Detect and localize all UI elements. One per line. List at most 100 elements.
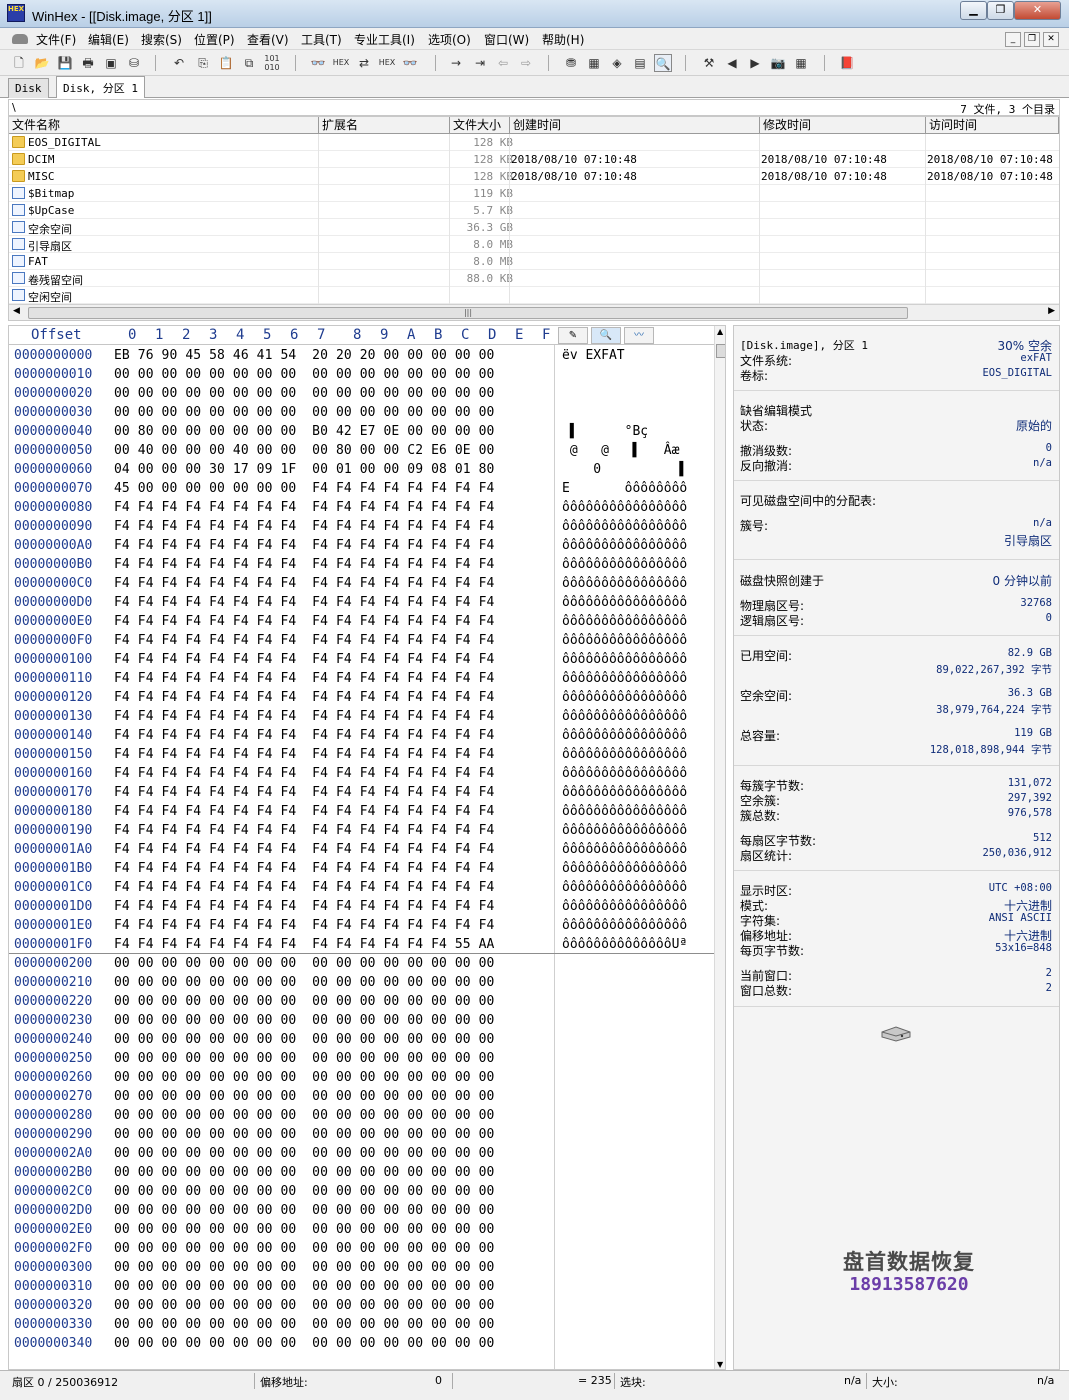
hex-bytes[interactable]: 00 00 00 00 00 00 00 00 00 00 00 00 00 0… xyxy=(114,1279,494,1294)
hex-bytes[interactable]: F4 F4 F4 F4 F4 F4 F4 F4 F4 F4 F4 F4 F4 F… xyxy=(114,937,494,952)
hex-row[interactable]: 0000000020 00 00 00 00 00 00 00 00 00 00 … xyxy=(9,384,714,403)
menu-tools[interactable]: 工具(T) xyxy=(301,31,342,48)
hex-ascii[interactable]: ôôôôôôôôôôôôôôôô xyxy=(562,766,687,781)
hex-ascii[interactable]: ôôôôôôôôôôôôôôôô xyxy=(562,709,687,724)
hex-bytes[interactable]: F4 F4 F4 F4 F4 F4 F4 F4 F4 F4 F4 F4 F4 F… xyxy=(114,766,494,781)
scroll-down-icon[interactable]: ▼ xyxy=(717,1360,723,1369)
hex-bytes[interactable]: F4 F4 F4 F4 F4 F4 F4 F4 F4 F4 F4 F4 F4 F… xyxy=(114,804,494,819)
hex-row[interactable]: 0000000040 00 80 00 00 00 00 00 00 B0 42 … xyxy=(9,422,714,441)
prev-icon[interactable]: ◀ xyxy=(723,54,741,72)
hex-row[interactable]: 0000000050 00 40 00 00 00 40 00 00 00 80 … xyxy=(9,441,714,460)
hex-ascii[interactable]: ëv EXFAT xyxy=(562,348,625,363)
next-icon[interactable]: ▶ xyxy=(746,54,764,72)
hex-ascii[interactable]: E ôôôôôôôô xyxy=(562,481,687,496)
file-row[interactable]: FAT 8.0 MB xyxy=(9,253,1059,270)
hex-row[interactable]: 0000000320 00 00 00 00 00 00 00 00 00 00 … xyxy=(9,1296,714,1315)
hex-ascii[interactable]: ôôôôôôôôôôôôôôôô xyxy=(562,633,687,648)
hex-bytes[interactable]: 00 00 00 00 00 00 00 00 00 00 00 00 00 0… xyxy=(114,1032,494,1047)
hex-ascii[interactable]: ôôôôôôôôôôôôôôôô xyxy=(562,576,687,591)
hex-row[interactable]: 00000002A0 00 00 00 00 00 00 00 00 00 00 … xyxy=(9,1144,714,1163)
menu-help[interactable]: 帮助(H) xyxy=(542,31,584,48)
hex-editor[interactable]: Offset 0 1 2 3 4 5 6 7 8 9 A B C D E F ✎ 🔍 〰 0000000000… xyxy=(8,325,726,1370)
paste-icon[interactable]: 📋 xyxy=(217,54,235,72)
hex-ascii[interactable]: ôôôôôôôôôôôôôôôô xyxy=(562,899,687,914)
menu-specialist-tools[interactable]: 专业工具(I) xyxy=(354,31,415,48)
hex-bytes[interactable]: 00 00 00 00 00 00 00 00 00 00 00 00 00 0… xyxy=(114,1184,494,1199)
hex-ascii[interactable]: ôôôôôôôôôôôôôôôô xyxy=(562,842,687,857)
hex-bytes[interactable]: 45 00 00 00 00 00 00 00 F4 F4 F4 F4 F4 F… xyxy=(114,481,494,496)
hex-ascii[interactable]: ôôôôôôôôôôôôôôôô xyxy=(562,880,687,895)
hex-ascii[interactable]: ôôôôôôôôôôôôôôôô xyxy=(562,804,687,819)
hex-bytes[interactable]: 00 00 00 00 00 00 00 00 00 00 00 00 00 0… xyxy=(114,1317,494,1332)
copy-block-icon[interactable]: ⧉ xyxy=(240,54,258,72)
hex-bytes[interactable]: 00 80 00 00 00 00 00 00 B0 42 E7 0E 00 0… xyxy=(114,424,494,439)
hex-ascii[interactable]: ôôôôôôôôôôôôôôôô xyxy=(562,728,687,743)
hex-row[interactable]: 0000000000 EB 76 90 45 58 46 41 54 20 20 … xyxy=(9,346,714,365)
file-row[interactable]: 空余空间 36.3 GB xyxy=(9,219,1059,236)
properties-icon[interactable]: ▣ xyxy=(102,54,120,72)
hex-row[interactable]: 0000000270 00 00 00 00 00 00 00 00 00 00 … xyxy=(9,1087,714,1106)
hex-bytes[interactable]: 00 00 00 00 00 00 00 00 00 00 00 00 00 0… xyxy=(114,1165,494,1180)
hex-row[interactable]: 0000000120 F4 F4 F4 F4 F4 F4 F4 F4 F4 F4 … xyxy=(9,688,714,707)
hex-bytes[interactable]: F4 F4 F4 F4 F4 F4 F4 F4 F4 F4 F4 F4 F4 F… xyxy=(114,595,494,610)
hex-ascii[interactable]: ôôôôôôôôôôôôôôôô xyxy=(562,538,687,553)
help-book-icon[interactable]: 📕 xyxy=(838,54,856,72)
hex-row[interactable]: 00000000C0 F4 F4 F4 F4 F4 F4 F4 F4 F4 F4 … xyxy=(9,574,714,593)
ram-editor-icon[interactable]: ▦ xyxy=(585,54,603,72)
hex-row[interactable]: 0000000160 F4 F4 F4 F4 F4 F4 F4 F4 F4 F4 … xyxy=(9,764,714,783)
hex-bytes[interactable]: 00 00 00 00 00 00 00 00 00 00 00 00 00 0… xyxy=(114,1336,494,1351)
hex-bytes[interactable]: F4 F4 F4 F4 F4 F4 F4 F4 F4 F4 F4 F4 F4 F… xyxy=(114,842,494,857)
scrollbar-thumb[interactable]: ||| xyxy=(28,307,908,319)
hex-row[interactable]: 0000000140 F4 F4 F4 F4 F4 F4 F4 F4 F4 F4 … xyxy=(9,726,714,745)
hex-bytes[interactable]: 00 00 00 00 00 00 00 00 00 00 00 00 00 0… xyxy=(114,1298,494,1313)
open-disk-icon[interactable]: ⛁ xyxy=(125,54,143,72)
file-row[interactable]: EOS_DIGITAL 128 KB xyxy=(9,134,1059,151)
hex-row[interactable]: 0000000180 F4 F4 F4 F4 F4 F4 F4 F4 F4 F4 … xyxy=(9,802,714,821)
hex-bytes[interactable]: F4 F4 F4 F4 F4 F4 F4 F4 F4 F4 F4 F4 F4 F… xyxy=(114,728,494,743)
hex-bytes[interactable]: 00 00 00 00 00 00 00 00 00 00 00 00 00 0… xyxy=(114,994,494,1009)
tab-disk-partition-1[interactable]: Disk, 分区 1 xyxy=(56,76,145,98)
hex-row[interactable]: 0000000300 00 00 00 00 00 00 00 00 00 00 … xyxy=(9,1258,714,1277)
hex-bytes[interactable]: F4 F4 F4 F4 F4 F4 F4 F4 F4 F4 F4 F4 F4 F… xyxy=(114,747,494,762)
hex-ascii[interactable]: ôôôôôôôôôôôôôôôô xyxy=(562,614,687,629)
hex-row[interactable]: 0000000070 45 00 00 00 00 00 00 00 F4 F4 … xyxy=(9,479,714,498)
hex-row[interactable]: 0000000210 00 00 00 00 00 00 00 00 00 00 … xyxy=(9,973,714,992)
file-row[interactable]: DCIM 128 KB 2018/08/10 07:10:48 2018/08/10 … xyxy=(9,151,1059,168)
grid-icon[interactable]: ▦ xyxy=(792,54,810,72)
hex-bytes[interactable]: F4 F4 F4 F4 F4 F4 F4 F4 F4 F4 F4 F4 F4 F… xyxy=(114,519,494,534)
maximize-button[interactable]: ❐ xyxy=(987,1,1014,20)
scrollbar-thumb[interactable] xyxy=(716,344,725,358)
new-file-icon[interactable]: 🗋 xyxy=(10,54,28,72)
binary-icon[interactable]: 101 010 xyxy=(263,54,281,72)
hex-ascii[interactable]: ôôôôôôôôôôôôôôôô xyxy=(562,519,687,534)
hex-row[interactable]: 00000000D0 F4 F4 F4 F4 F4 F4 F4 F4 F4 F4 … xyxy=(9,593,714,612)
hex-bytes[interactable]: 00 00 00 00 00 00 00 00 00 00 00 00 00 0… xyxy=(114,367,494,382)
hex-bytes[interactable]: F4 F4 F4 F4 F4 F4 F4 F4 F4 F4 F4 F4 F4 F… xyxy=(114,823,494,838)
hex-bytes[interactable]: F4 F4 F4 F4 F4 F4 F4 F4 F4 F4 F4 F4 F4 F… xyxy=(114,690,494,705)
tools-icon[interactable]: ⚒ xyxy=(700,54,718,72)
hex-row[interactable]: 00000000A0 F4 F4 F4 F4 F4 F4 F4 F4 F4 F4 … xyxy=(9,536,714,555)
menu-options[interactable]: 选项(O) xyxy=(428,31,471,48)
hex-row[interactable]: 00000001B0 F4 F4 F4 F4 F4 F4 F4 F4 F4 F4 … xyxy=(9,859,714,878)
hex-row[interactable]: 0000000150 F4 F4 F4 F4 F4 F4 F4 F4 F4 F4 … xyxy=(9,745,714,764)
hex-row[interactable]: 0000000010 00 00 00 00 00 00 00 00 00 00 … xyxy=(9,365,714,384)
scroll-left-icon[interactable]: ◀ xyxy=(13,306,20,316)
file-row[interactable]: $UpCase 5.7 KB xyxy=(9,202,1059,219)
hex-bytes[interactable]: 00 00 00 00 00 00 00 00 00 00 00 00 00 0… xyxy=(114,405,494,420)
hex-bytes[interactable]: F4 F4 F4 F4 F4 F4 F4 F4 F4 F4 F4 F4 F4 F… xyxy=(114,861,494,876)
hex-row[interactable]: 0000000130 F4 F4 F4 F4 F4 F4 F4 F4 F4 F4 … xyxy=(9,707,714,726)
hex-row[interactable]: 0000000190 F4 F4 F4 F4 F4 F4 F4 F4 F4 F4 … xyxy=(9,821,714,840)
hex-ascii[interactable]: ▌ °Bç xyxy=(562,424,648,439)
hex-row[interactable]: 0000000330 00 00 00 00 00 00 00 00 00 00 … xyxy=(9,1315,714,1334)
menu-search[interactable]: 搜索(S) xyxy=(141,31,182,48)
hex-bytes[interactable]: 00 00 00 00 00 00 00 00 00 00 00 00 00 0… xyxy=(114,386,494,401)
hex-ascii[interactable]: ôôôôôôôôôôôôôôôô xyxy=(562,557,687,572)
hex-bytes[interactable]: 00 00 00 00 00 00 00 00 00 00 00 00 00 0… xyxy=(114,1051,494,1066)
disk-editor-icon[interactable]: ⛃ xyxy=(562,54,580,72)
hex-bytes[interactable]: EB 76 90 45 58 46 41 54 20 20 20 00 00 0… xyxy=(114,348,494,363)
hex-bytes[interactable]: 00 00 00 00 00 00 00 00 00 00 00 00 00 0… xyxy=(114,1013,494,1028)
hex-ascii[interactable]: ôôôôôôôôôôôôôôôô xyxy=(562,595,687,610)
goto-offset-icon[interactable]: → xyxy=(447,54,465,72)
minimize-button[interactable]: ▁ xyxy=(960,1,987,20)
file-row[interactable]: MISC 128 KB 2018/08/10 07:10:48 2018/08/10 … xyxy=(9,168,1059,185)
